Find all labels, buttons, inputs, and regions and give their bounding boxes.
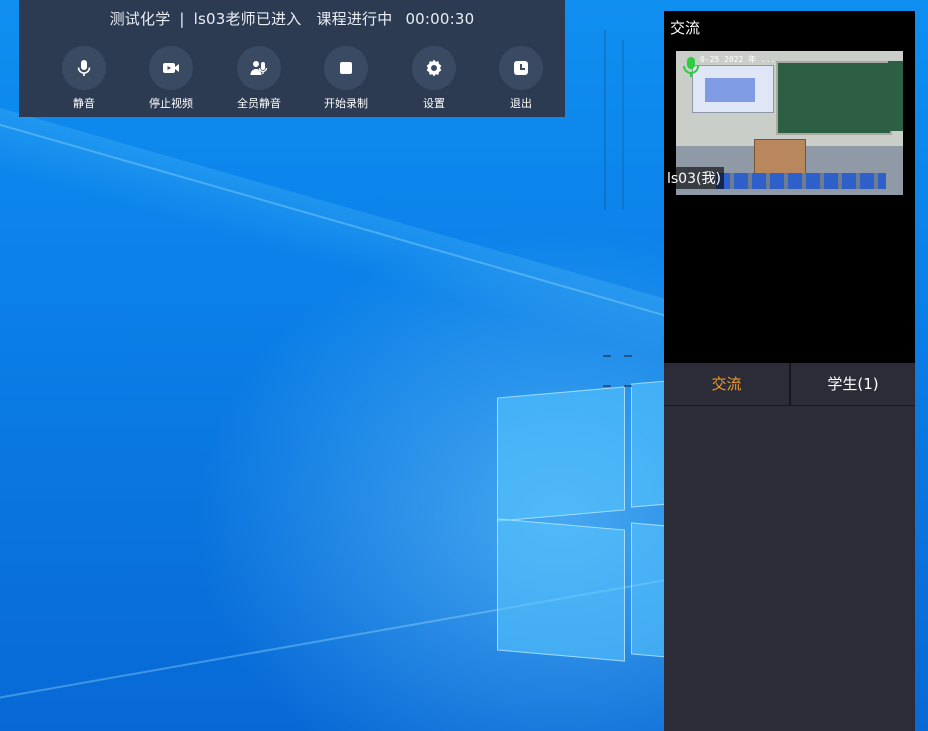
gear-icon (412, 46, 456, 90)
microphone-icon (62, 46, 106, 90)
mute-label: 静音 (73, 97, 95, 110)
exit-clock-icon (499, 46, 543, 90)
meeting-toolbar: 测试化学 | ls03老师已进入 课程进行中 00:00:30 静音 停止视频 … (19, 0, 565, 117)
exit-button[interactable]: 退出 (486, 46, 556, 111)
artifact-line (622, 40, 624, 210)
exit-label: 退出 (510, 97, 532, 110)
artifact-dash (603, 385, 611, 387)
artifact-dash (603, 355, 611, 357)
start-recording-label: 开始录制 (324, 97, 368, 110)
microphone-active-icon (683, 57, 699, 77)
title-separator: | (179, 10, 185, 28)
settings-label: 设置 (423, 97, 445, 110)
start-recording-button[interactable]: 开始录制 (311, 46, 381, 111)
course-name: 测试化学 (109, 10, 171, 28)
teacher-status: ls03老师已进入 (193, 10, 302, 28)
tab-students[interactable]: 学生(1) (791, 363, 915, 405)
elapsed-timer: 00:00:30 (405, 10, 475, 28)
toolbar-buttons: 静音 停止视频 全员静音 开始录制 设置 退出 (49, 46, 569, 116)
stop-video-label: 停止视频 (149, 97, 193, 110)
artifact-dash (624, 355, 632, 357)
video-timestamp: 0-25 2022 年 ... (700, 55, 776, 64)
all-mute-users-icon (237, 46, 281, 90)
artifact-dash (624, 385, 632, 387)
record-stop-icon (324, 46, 368, 90)
video-camera-icon (149, 46, 193, 90)
settings-button[interactable]: 设置 (399, 46, 469, 111)
windows-logo (497, 380, 669, 662)
side-panel: 交流 0-25 2022 年 ... ls03(我) 交流 学生(1) (664, 11, 915, 731)
mute-button[interactable]: 静音 (49, 46, 119, 111)
tab-chat[interactable]: 交流 (664, 363, 789, 405)
stop-video-button[interactable]: 停止视频 (136, 46, 206, 111)
chat-message-area[interactable] (664, 406, 915, 731)
light-beam (0, 108, 673, 359)
participant-name-tag: ls03(我) (664, 167, 724, 189)
mute-all-label: 全员静音 (237, 97, 281, 110)
session-status-bar: 测试化学 | ls03老师已进入 课程进行中 00:00:30 (19, 8, 565, 29)
panel-title: 交流 (670, 19, 701, 37)
artifact-line (604, 30, 606, 210)
panel-tabs: 交流 学生(1) (664, 363, 915, 406)
course-status: 课程进行中 (316, 10, 393, 28)
mute-all-button[interactable]: 全员静音 (224, 46, 294, 111)
